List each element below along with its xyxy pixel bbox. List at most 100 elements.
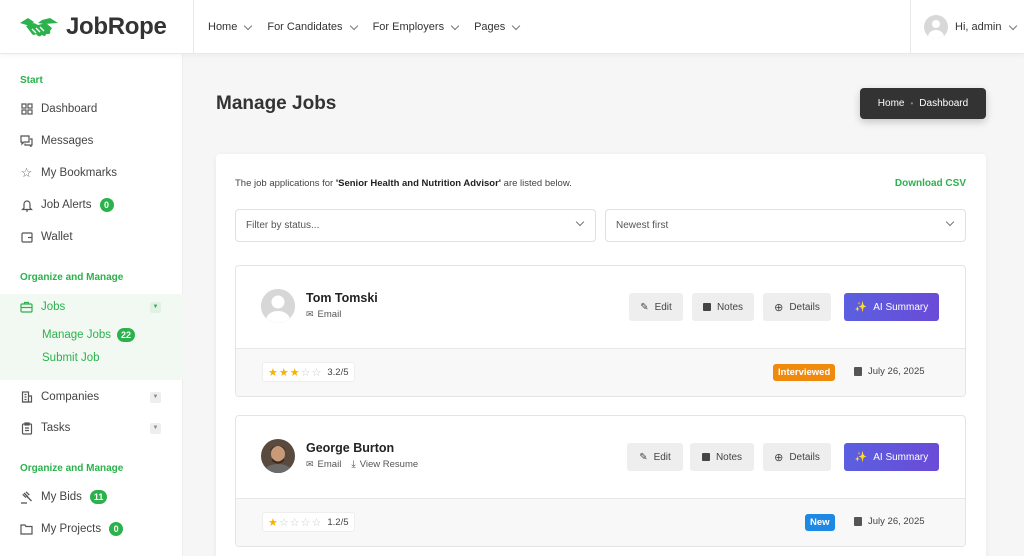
note-icon [702,303,711,311]
star-empty-icon: ☆ [289,516,300,529]
note-icon [701,453,710,461]
nav-candidates-label: For Candidates [267,21,343,33]
edit-label: Edit [654,301,672,313]
calendar-icon [854,517,862,526]
plus-circle-icon: ⊕ [774,301,784,314]
star-filled-icon: ★ [289,366,300,379]
nav-employers-label: For Employers [372,21,445,33]
sidebar-item-label: Tasks [41,422,71,434]
sort-select[interactable]: Newest first [605,209,966,242]
notes-label: Notes [716,301,744,313]
applicant-card-footer: ★ ☆ ☆ ☆ ☆ 1.2/5 New July 26, 2025 [236,498,965,546]
sidebar-item-label: Messages [41,135,94,147]
avatar [924,15,948,39]
sidebar-subitem-label: Manage Jobs [42,329,112,341]
nav-pages-label: Pages [474,21,506,33]
breadcrumb-home[interactable]: Home [878,98,905,109]
breadcrumb: Home • Dashboard [860,88,986,119]
application-date: July 26, 2025 [854,516,925,527]
sort-value: Newest first [616,220,669,231]
user-greeting: Hi, admin [955,21,1002,33]
sidebar-subitem-submit-job[interactable]: Submit Job [42,352,100,364]
manage-jobs-count-badge: 22 [117,328,136,342]
chevron-down-icon [512,21,521,30]
sidebar-item-label: My Bids [41,491,82,503]
applications-panel: The job applications for 'Senior Health … [216,154,986,556]
notes-button[interactable]: Notes [692,293,754,321]
ai-summary-button[interactable]: ✨ AI Summary [844,443,939,471]
breadcrumb-dashboard[interactable]: Dashboard [919,98,968,109]
calendar-icon [854,367,862,376]
details-label: Details [789,301,820,313]
sidebar-subitem-label: Submit Job [42,352,100,364]
sidebar-item-wallet[interactable]: Wallet [0,225,183,249]
collapse-toggle-icon[interactable]: ▼ [150,301,161,313]
sidebar: Start Dashboard Messages ☆ My Bookmarks … [0,54,183,556]
my-bids-count-badge: 11 [89,490,108,504]
star-filled-icon: ★ [268,516,278,529]
sidebar-item-tasks[interactable]: Tasks ▼ [0,416,183,440]
chevron-down-icon [244,21,253,30]
edit-button[interactable]: ✎ Edit [627,443,683,471]
email-link[interactable]: ✉ Email [306,459,341,470]
dashboard-icon [20,103,33,116]
notes-button[interactable]: Notes [690,443,754,471]
applicant-card-footer: ★ ★ ★ ☆ ☆ 3.2/5 Interviewed July 26, 2025 [236,348,965,396]
sidebar-item-my-projects[interactable]: My Projects 0 [0,517,183,541]
sidebar-item-job-alerts[interactable]: Job Alerts 0 [0,193,183,217]
applicant-contact: ✉ Email ⤓ View Resume [306,459,418,470]
application-date: July 26, 2025 [854,366,925,377]
email-link[interactable]: ✉ Email [306,309,341,320]
download-csv-link[interactable]: Download CSV [895,178,966,189]
job-title: 'Senior Health and Nutrition Advisor' [335,178,502,189]
folder-icon [20,523,33,536]
rating-stars: ★ ☆ ☆ ☆ ☆ 1.2/5 [262,512,355,532]
applicant-name[interactable]: Tom Tomski [306,291,378,305]
edit-button[interactable]: ✎ Edit [629,293,683,321]
sidebar-item-messages[interactable]: Messages [0,129,183,153]
envelope-icon: ✉ [306,459,314,469]
chevron-down-icon [450,21,460,30]
bell-icon [20,199,33,212]
expand-toggle-icon[interactable]: ▼ [150,422,161,434]
status-filter-select[interactable]: Filter by status... [235,209,596,242]
top-bar: JobRope Home For Candidates For Employer… [0,0,1024,54]
rating-score: 3.2/5 [327,366,349,378]
plus-circle-icon: ⊕ [774,451,784,464]
sidebar-item-dashboard[interactable]: Dashboard [0,97,183,121]
nav-home[interactable]: Home [208,21,253,33]
chevron-down-icon [575,217,585,227]
sidebar-item-companies[interactable]: Companies ▼ [0,385,183,409]
nav-for-employers[interactable]: For Employers [372,21,460,33]
chevron-down-icon [1009,21,1018,30]
nav-pages[interactable]: Pages [474,21,521,33]
rating-score: 1.2/5 [327,516,349,528]
user-menu[interactable]: Hi, admin [910,0,1024,54]
intro-prefix: The job applications for [235,178,336,189]
date-label: July 26, 2025 [868,366,925,377]
nav-home-label: Home [208,21,238,33]
intro-text: The job applications for 'Senior Health … [235,178,572,189]
expand-toggle-icon[interactable]: ▼ [150,391,161,403]
status-badge: New [805,514,835,531]
ai-summary-button[interactable]: ✨ AI Summary [844,293,939,321]
star-filled-icon: ★ [268,366,278,379]
view-resume-link[interactable]: ⤓ View Resume [351,459,418,470]
sidebar-subitem-manage-jobs[interactable]: Manage Jobs 22 [42,328,136,342]
sidebar-item-my-bids[interactable]: My Bids 11 [0,485,183,509]
sidebar-item-bookmarks[interactable]: ☆ My Bookmarks [0,161,183,185]
pencil-icon: ✎ [640,301,649,313]
clipboard-icon [20,421,33,435]
logo[interactable]: JobRope [0,0,194,54]
details-label: Details [789,451,820,463]
star-empty-icon: ☆ [300,516,311,529]
envelope-icon: ✉ [306,309,314,319]
sidebar-item-jobs[interactable]: Jobs ▼ [0,295,183,319]
gavel-icon [20,490,33,504]
details-button[interactable]: ⊕ Details [763,293,831,321]
details-button[interactable]: ⊕ Details [763,443,831,471]
nav-for-candidates[interactable]: For Candidates [267,21,358,33]
star-empty-icon: ☆ [311,366,322,379]
sidebar-item-label: My Bookmarks [41,167,118,179]
applicant-name[interactable]: George Burton [306,441,394,455]
